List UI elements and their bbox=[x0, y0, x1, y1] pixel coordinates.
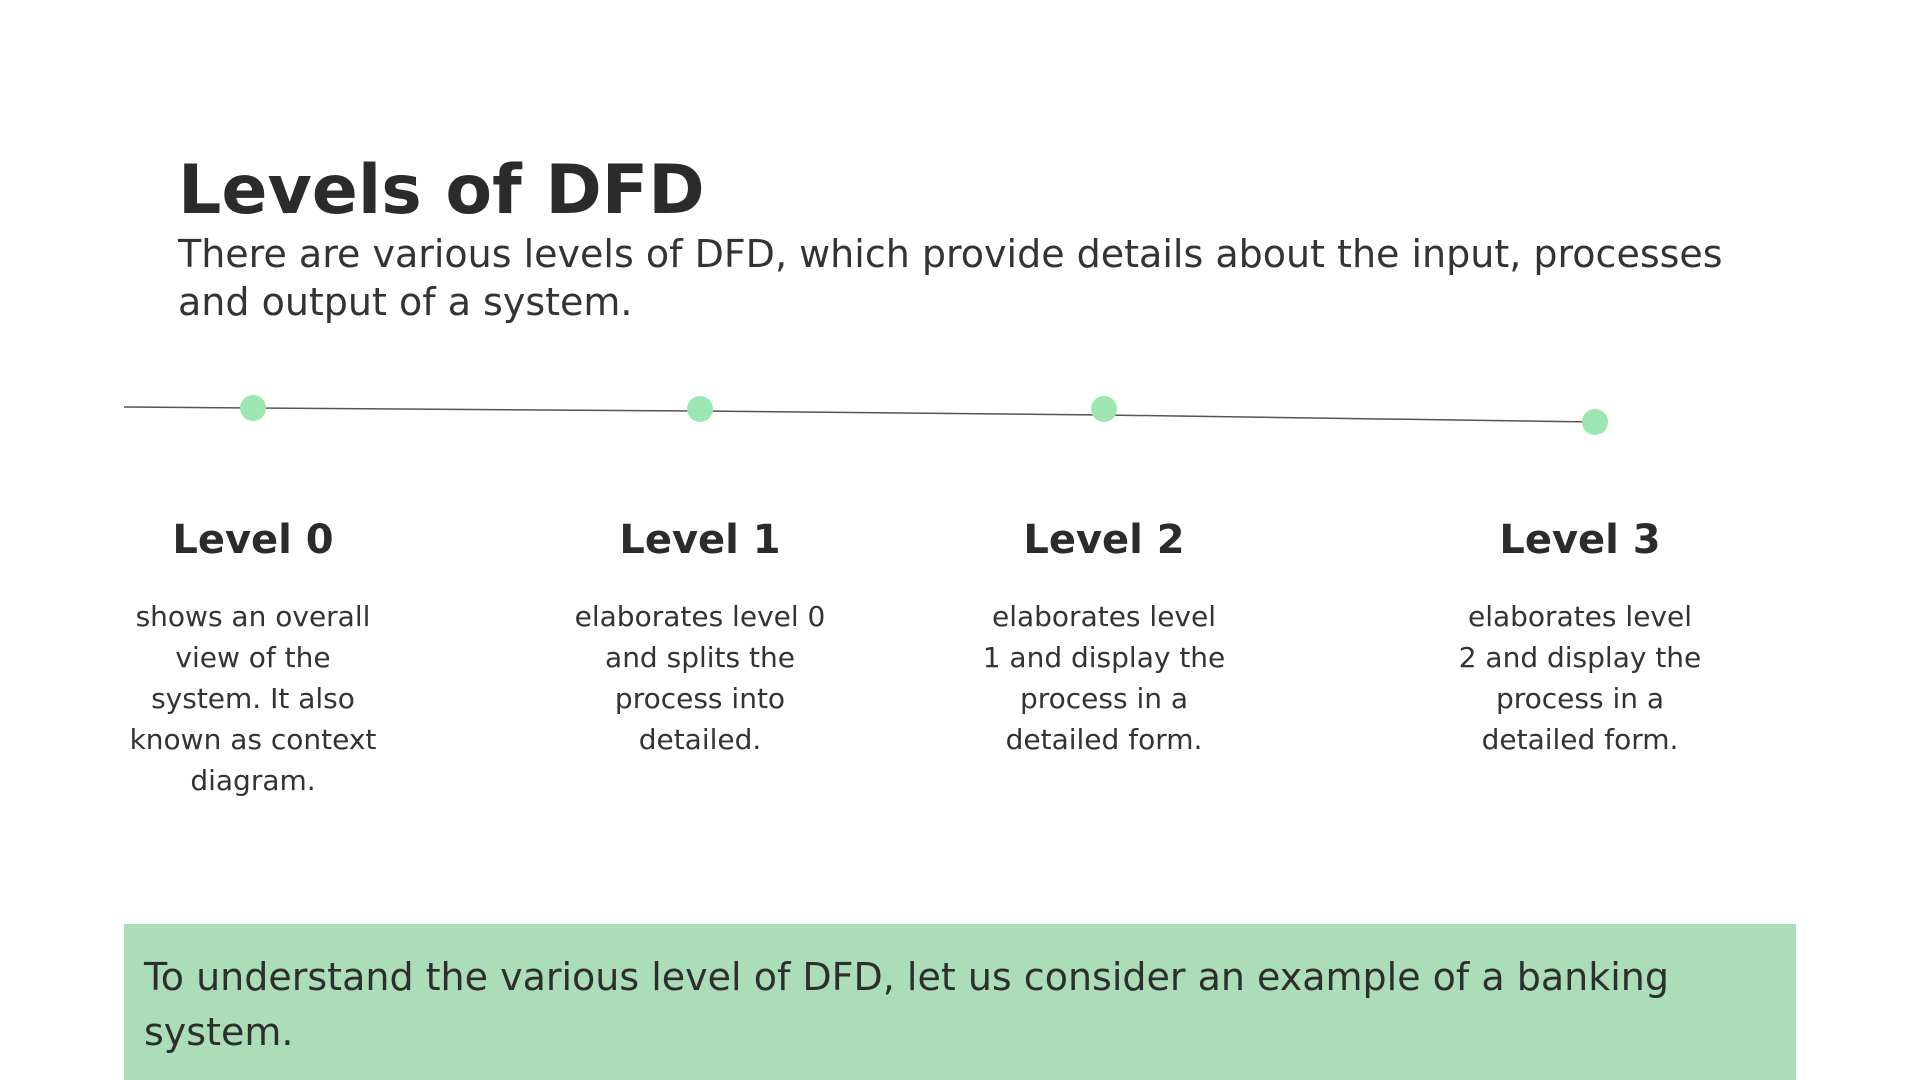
level-2-title: Level 2 bbox=[1023, 517, 1185, 563]
callout-text: To understand the various level of DFD, … bbox=[144, 955, 1670, 1054]
timeline-line bbox=[123, 406, 1596, 423]
level-0-description: shows an overall view of the system. It … bbox=[129, 600, 377, 797]
level-2-description: elaborates level 1 and display the proce… bbox=[982, 600, 1226, 756]
timeline-node-level-0 bbox=[240, 395, 266, 421]
level-3-title: Level 3 bbox=[1499, 517, 1661, 563]
level-0-title: Level 0 bbox=[172, 517, 334, 563]
intro-text: There are various levels of DFD, which p… bbox=[178, 232, 1723, 324]
level-1-card: Level 1 elaborates level 0 and splits th… bbox=[550, 512, 850, 760]
level-3-description: elaborates level 2 and display the proce… bbox=[1458, 600, 1702, 756]
level-1-description: elaborates level 0 and splits the proces… bbox=[574, 600, 826, 756]
page-title: Levels of DFD bbox=[178, 151, 705, 230]
timeline-node-level-3 bbox=[1582, 409, 1608, 435]
level-0-card: Level 0 shows an overall view of the sys… bbox=[103, 512, 403, 801]
level-3-card: Level 3 elaborates level 2 and display t… bbox=[1430, 512, 1730, 760]
level-2-card: Level 2 elaborates level 1 and display t… bbox=[954, 512, 1254, 760]
timeline-node-level-2 bbox=[1091, 396, 1117, 422]
callout-box: To understand the various level of DFD, … bbox=[124, 924, 1796, 1080]
level-1-title: Level 1 bbox=[619, 517, 781, 563]
timeline-node-level-1 bbox=[687, 396, 713, 422]
